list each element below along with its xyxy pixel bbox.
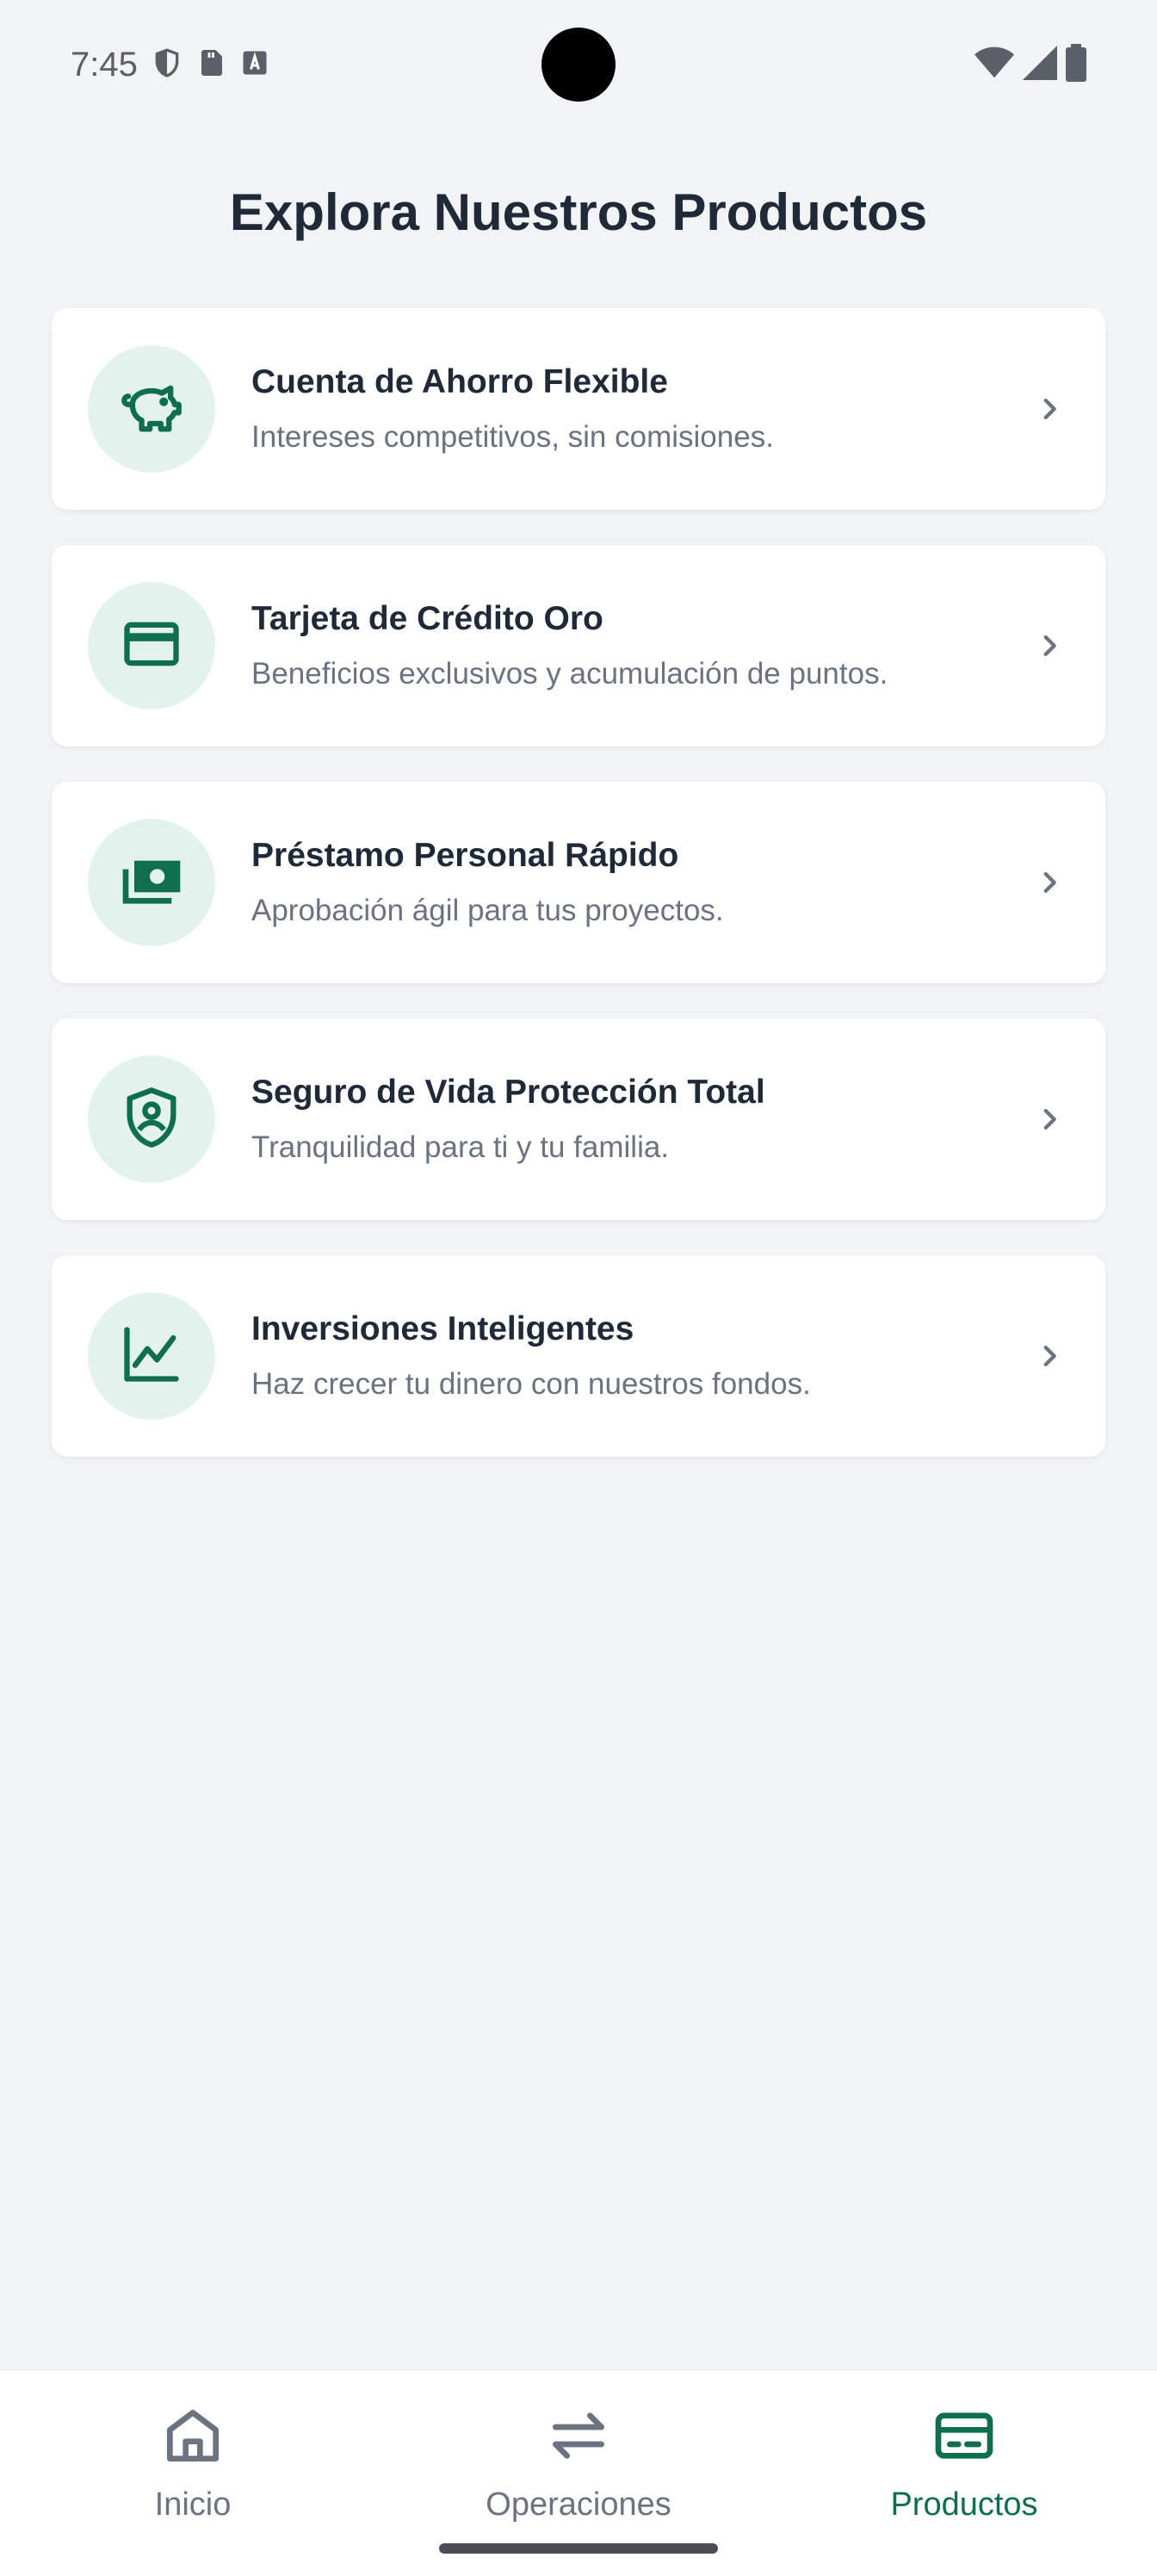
shield-icon (150, 46, 184, 84)
trending-chart-icon (119, 1322, 184, 1391)
nav-item-inicio[interactable]: Inicio (64, 2401, 322, 2523)
product-title: Seguro de Vida Protección Total (251, 1074, 765, 1111)
shield-person-icon (119, 1085, 184, 1155)
product-text: Cuenta de Ahorro Flexible Intereses comp… (251, 363, 1028, 455)
product-list: Cuenta de Ahorro Flexible Intereses comp… (52, 308, 1105, 1492)
chevron-right-icon (1028, 861, 1071, 904)
product-card-tarjeta[interactable]: Tarjeta de Crédito Oro Beneficios exclus… (52, 545, 1105, 746)
status-time: 7:45 (71, 45, 138, 84)
battery-icon (1066, 43, 1086, 86)
status-right (974, 43, 1086, 86)
product-title: Tarjeta de Crédito Oro (251, 600, 603, 637)
sd-card-icon (196, 47, 227, 83)
product-card-seguro[interactable]: Seguro de Vida Protección Total Tranquil… (52, 1019, 1105, 1220)
home-icon (158, 2401, 227, 2474)
nav-item-productos[interactable]: Productos (835, 2401, 1093, 2523)
product-subtitle: Intereses competitivos, sin comisiones. (251, 420, 774, 454)
product-card-prestamo[interactable]: Préstamo Personal Rápido Aprobación ágil… (52, 782, 1105, 983)
product-icon-badge (88, 1292, 215, 1420)
front-camera (541, 28, 616, 102)
product-text: Seguro de Vida Protección Total Tranquil… (251, 1074, 1028, 1165)
nav-label: Productos (890, 2486, 1038, 2523)
chevron-right-icon (1028, 1334, 1071, 1378)
product-card-inversiones[interactable]: Inversiones Inteligentes Haz crecer tu d… (52, 1255, 1105, 1457)
product-subtitle: Aprobación ágil para tus proyectos. (251, 894, 724, 927)
product-text: Préstamo Personal Rápido Aprobación ágil… (251, 837, 1028, 928)
nav-item-operaciones[interactable]: Operaciones (449, 2401, 708, 2523)
product-icon-badge (88, 582, 215, 709)
product-title: Préstamo Personal Rápido (251, 837, 679, 874)
product-subtitle: Beneficios exclusivos y acumulación de p… (251, 657, 888, 690)
signal-icon (1023, 45, 1057, 84)
product-text: Tarjeta de Crédito Oro Beneficios exclus… (251, 600, 1028, 691)
product-icon-badge (88, 345, 215, 473)
product-icon-badge (88, 819, 215, 946)
screen: 7:45 Explora Nuestros Productos Cuenta d… (0, 0, 1157, 2576)
swap-arrows-icon (544, 2401, 613, 2474)
chevron-right-icon (1028, 1098, 1071, 1141)
nav-label: Inicio (154, 2486, 232, 2523)
card-icon (930, 2401, 999, 2474)
product-icon-badge (88, 1056, 215, 1183)
credit-card-icon (119, 611, 184, 681)
product-text: Inversiones Inteligentes Haz crecer tu d… (251, 1310, 1028, 1402)
product-title: Cuenta de Ahorro Flexible (251, 363, 668, 400)
home-indicator[interactable] (439, 2543, 718, 2554)
nav-label: Operaciones (486, 2486, 671, 2523)
wifi-icon (974, 46, 1014, 84)
money-bills-icon (117, 846, 186, 920)
font-a-icon (239, 47, 270, 83)
product-subtitle: Tranquilidad para ti y tu familia. (251, 1130, 670, 1164)
product-subtitle: Haz crecer tu dinero con nuestros fondos… (251, 1367, 811, 1401)
product-title: Inversiones Inteligentes (251, 1310, 634, 1347)
page-title: Explora Nuestros Productos (229, 183, 928, 241)
chevron-right-icon (1028, 624, 1071, 667)
chevron-right-icon (1028, 387, 1071, 430)
piggy-bank-icon (119, 375, 184, 444)
status-left: 7:45 (71, 46, 270, 84)
product-card-ahorro[interactable]: Cuenta de Ahorro Flexible Intereses comp… (52, 308, 1105, 510)
